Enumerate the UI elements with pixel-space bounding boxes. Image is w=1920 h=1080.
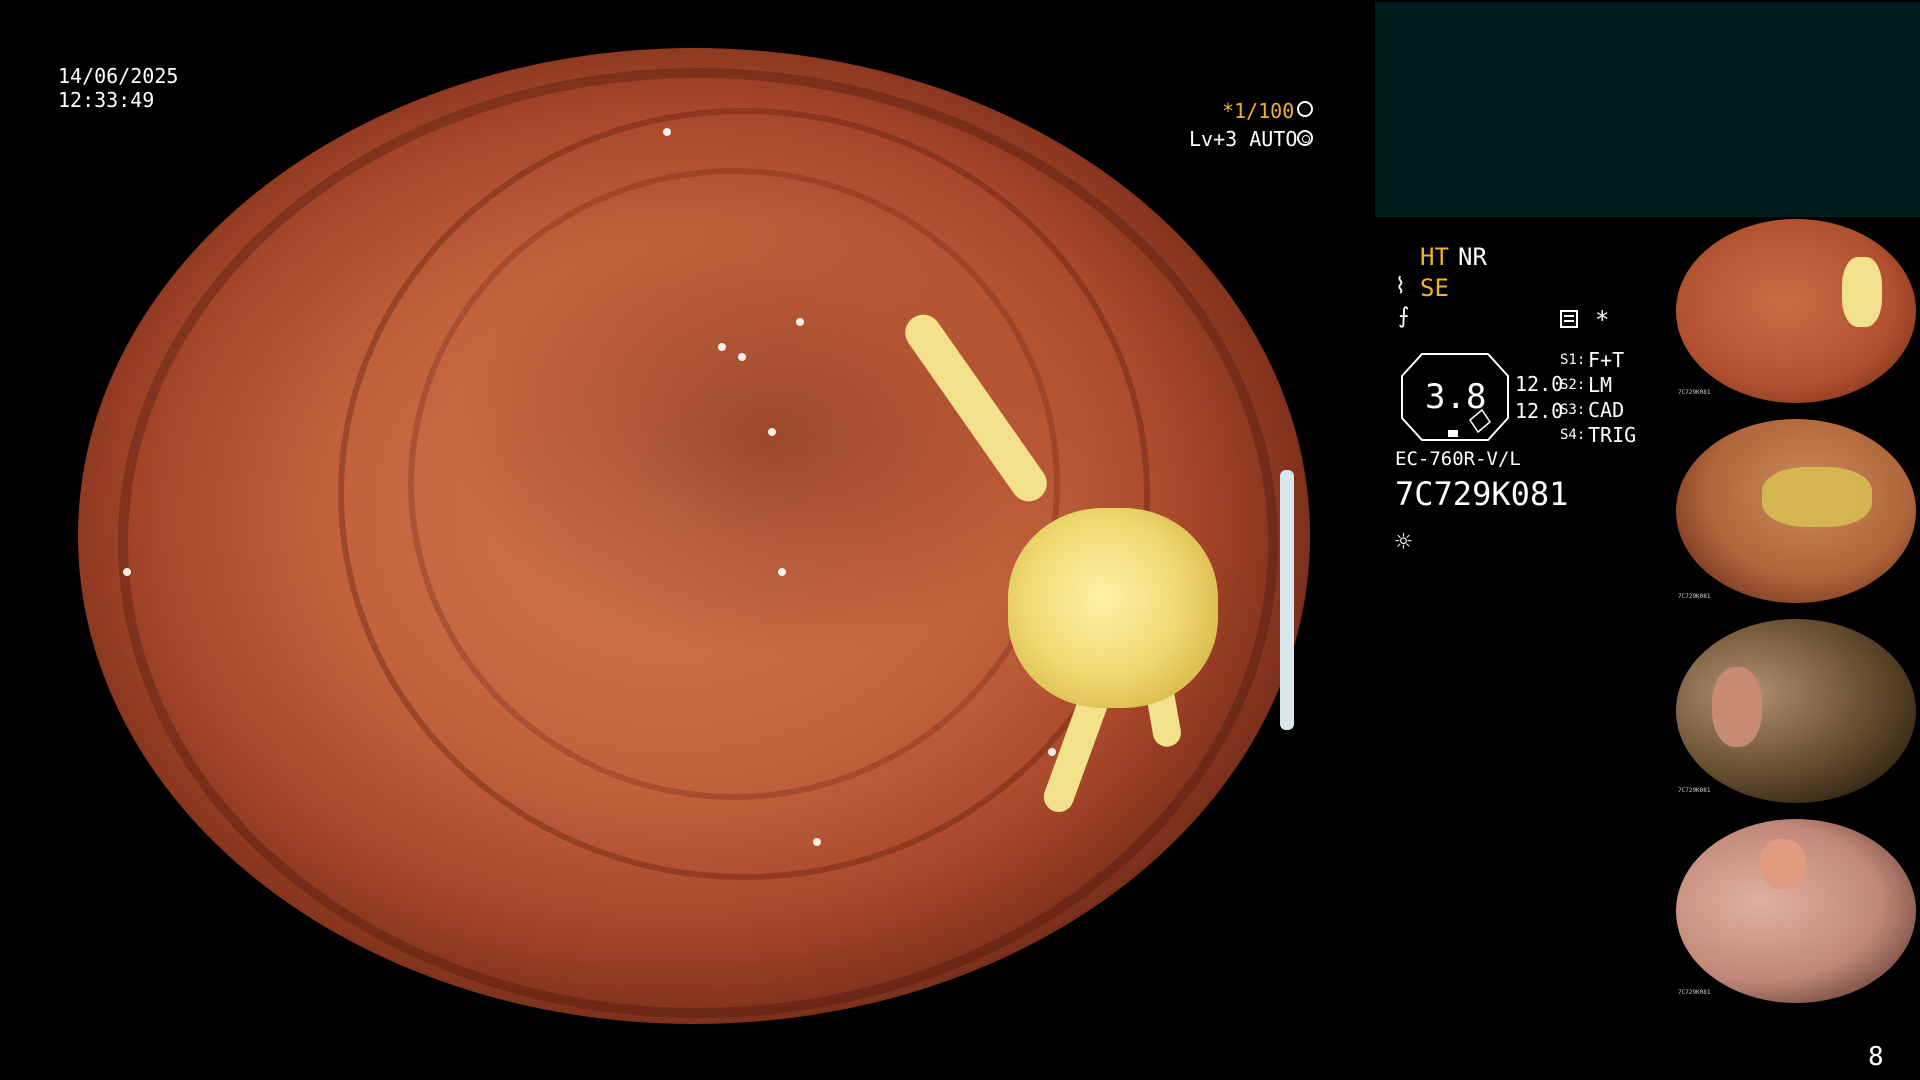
s4-label: S4: <box>1560 427 1586 443</box>
thumbnail-2[interactable]: 7C729K081 <box>1672 417 1920 605</box>
scope-serial: 7C729K081 <box>1395 475 1569 513</box>
setting-value-1: 12.0 <box>1515 372 1564 396</box>
light-reflection <box>123 568 131 576</box>
s3-label: S3: <box>1560 402 1586 418</box>
setting-value-2: 12.0 <box>1515 399 1564 423</box>
polyp <box>1760 839 1806 889</box>
thumbnail-label: 7C729K081 <box>1678 787 1711 794</box>
nr-indicator: NR <box>1458 243 1487 271</box>
pump-icon: ⌇ <box>1395 274 1406 299</box>
worm-cluster <box>1842 257 1882 327</box>
exam-date: 14/06/2025 <box>58 64 179 88</box>
light-reflection <box>663 128 671 136</box>
exam-time: 12:33:49 <box>58 88 155 112</box>
light-reflection <box>298 138 306 146</box>
light-reflection <box>796 318 804 326</box>
thumbnail-label: 7C729K081 <box>1678 593 1711 600</box>
shutter-speed: *1/100 <box>1222 99 1295 123</box>
target-icon <box>1297 130 1313 146</box>
aperture-icon <box>1297 101 1313 117</box>
s1-value: F+T <box>1588 348 1625 372</box>
ht-indicator: HT <box>1420 243 1449 271</box>
info-header-box <box>1375 2 1920 217</box>
light-reflection <box>738 353 746 361</box>
light-reflection <box>1048 748 1056 756</box>
s1-label: S1: <box>1560 352 1586 368</box>
polyp <box>1712 667 1762 747</box>
zoom-value: 3.8 <box>1425 377 1487 417</box>
s2-label: S2: <box>1560 377 1586 393</box>
light-reflection <box>718 343 726 351</box>
asterisk-indicator: * <box>1595 306 1610 334</box>
instrument-edge <box>1280 470 1294 730</box>
brightness-level: Lv+3 AUTO <box>1189 127 1298 151</box>
page-number: 8 <box>1868 1042 1884 1072</box>
thumbnail-label: 7C729K081 <box>1678 389 1711 396</box>
scope-model: EC-760R-V/L <box>1395 448 1521 470</box>
light-reflection <box>768 428 776 436</box>
thumbnail-3[interactable]: 7C729K081 <box>1672 617 1920 805</box>
freeze-icon: ⨍ <box>1398 304 1410 329</box>
thumbnail-4[interactable]: 7C729K081 <box>1672 817 1920 1005</box>
endoscope-live-view <box>78 48 1310 1024</box>
thumbnail-label: 7C729K081 <box>1678 989 1711 996</box>
thumbnail-1[interactable]: 7C729K081 <box>1672 217 1920 405</box>
light-reflection <box>813 838 821 846</box>
s4-value: TRIG <box>1588 423 1637 447</box>
worm-cluster <box>1008 508 1218 708</box>
light-reflection <box>778 568 786 576</box>
worm-cluster <box>1762 467 1872 527</box>
s3-value: CAD <box>1588 398 1625 422</box>
se-indicator: SE <box>1420 274 1449 302</box>
memo-icon <box>1560 310 1578 328</box>
light-sun-icon: ☼ <box>1395 525 1412 558</box>
s2-value: LM <box>1588 373 1613 397</box>
